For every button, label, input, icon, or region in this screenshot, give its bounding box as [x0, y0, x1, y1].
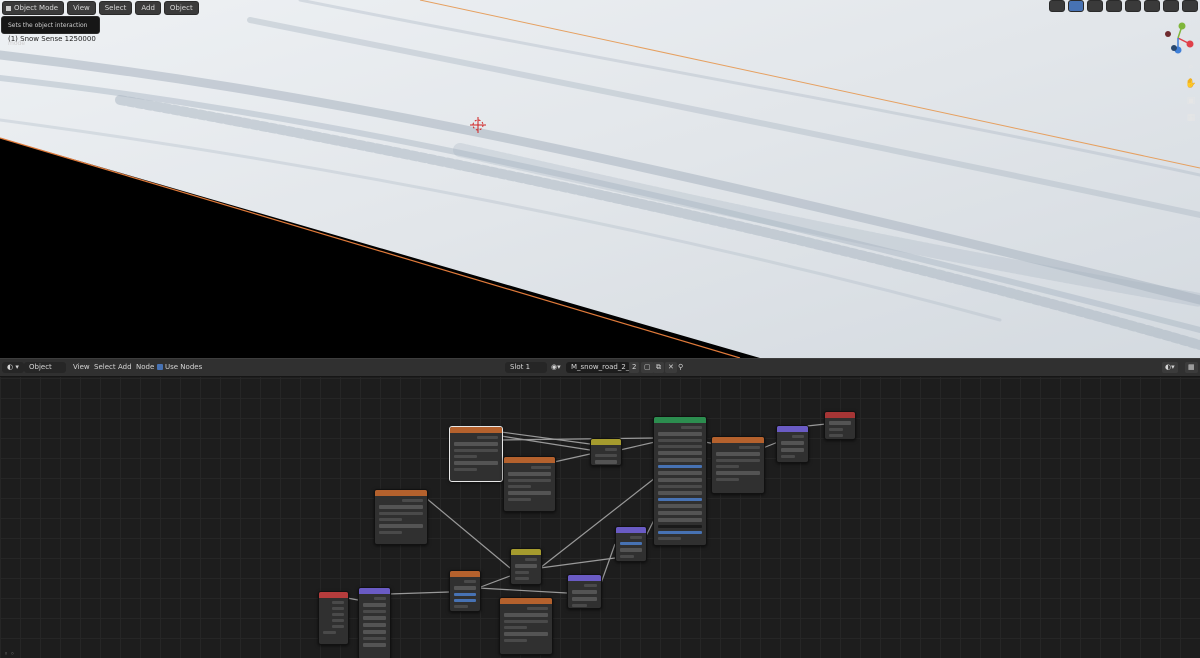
xray-icon[interactable] — [1106, 0, 1122, 12]
slot-dropdown[interactable]: Slot 1 — [505, 362, 547, 373]
image-texture-node-3[interactable] — [711, 436, 765, 494]
node-menu[interactable]: Node — [136, 362, 154, 373]
principled-bsdf-node[interactable] — [653, 416, 707, 546]
material-name-field[interactable]: M_snow_road_2_cr — [566, 362, 636, 373]
navigation-gizmo[interactable] — [1160, 20, 1196, 56]
fake-user-icon[interactable]: ▢ — [641, 362, 654, 373]
mode-tooltip: Sets the object interaction mode — [1, 16, 100, 47]
wireframe-shading-icon[interactable] — [1125, 0, 1141, 12]
mapping-node[interactable] — [449, 570, 481, 612]
mode-icon — [6, 5, 11, 11]
camera-icon[interactable]: ▣ — [1184, 94, 1198, 108]
add-menu[interactable]: Add — [118, 362, 132, 373]
image-texture-node-2[interactable] — [503, 456, 556, 512]
node-editor-header: ◐ ▾ Object View Select Add Node Use Node… — [0, 358, 1200, 377]
rendered-shading-icon[interactable] — [1182, 0, 1198, 12]
object-mode-dropdown[interactable]: Object Mode — [2, 1, 65, 15]
select-menu[interactable]: Select — [94, 362, 116, 373]
gizmo-toggle-icon[interactable] — [1068, 0, 1084, 12]
add-menu[interactable]: Add — [135, 1, 161, 15]
object-shader-type-dropdown[interactable]: Object — [24, 362, 66, 373]
pin-icon[interactable]: ⚲ — [678, 362, 683, 373]
separate-color-node[interactable] — [510, 548, 542, 585]
shader-node-editor[interactable]: ◐ ▾ Object View Select Add Node Use Node… — [0, 358, 1200, 658]
displacement-node[interactable] — [776, 425, 809, 463]
overlay-icon[interactable]: ◐▾ — [1162, 362, 1178, 373]
unlink-material-icon[interactable]: ✕ — [665, 362, 677, 373]
view-menu[interactable]: View — [73, 362, 90, 373]
sidebar-toggle-icon[interactable]: ▦ — [1185, 362, 1198, 373]
status-bar-indicator: ◦ ◦ — [4, 650, 15, 658]
overlay-toggle-icon[interactable] — [1087, 0, 1103, 12]
use-nodes-checkbox[interactable]: Use Nodes — [157, 362, 202, 373]
hand-icon[interactable]: ✋ — [1184, 77, 1198, 91]
use-nodes-label: Use Nodes — [165, 363, 203, 371]
select-menu[interactable]: Select — [98, 1, 133, 15]
shader-type-label: Object — [29, 363, 52, 371]
checkbox-checked-icon — [157, 364, 163, 370]
snow-road-scene — [0, 0, 1200, 358]
object-menu[interactable]: Object — [163, 1, 199, 15]
image-texture-node-4[interactable] — [374, 489, 428, 545]
viewport-header: Object Mode View Select Add Object — [2, 1, 199, 15]
solid-shading-icon[interactable] — [1144, 0, 1160, 12]
3d-viewport[interactable]: Object Mode View Select Add Object Sets … — [0, 0, 1200, 358]
mapping-vector-node[interactable] — [358, 587, 391, 658]
mix-rgb-node[interactable] — [590, 438, 622, 466]
material-shading-icon[interactable] — [1163, 0, 1179, 12]
node-links — [346, 423, 827, 601]
viewport-shading-controls — [1049, 0, 1198, 12]
visibility-icon[interactable] — [1049, 0, 1065, 12]
texture-coordinate-node[interactable] — [318, 591, 349, 645]
duplicate-material-icon[interactable]: ⧉ — [653, 362, 664, 373]
navigation-tools: ⌕ ✋ ▣ ▦ — [1184, 60, 1198, 125]
material-icon[interactable]: ◉▾ — [551, 362, 561, 373]
grid-icon[interactable]: ▦ — [1184, 111, 1198, 125]
material-user-count[interactable]: 2 — [629, 362, 640, 373]
material-name: M_snow_road_2_cr — [571, 363, 637, 371]
material-output-node[interactable] — [824, 411, 856, 440]
slot-label: Slot 1 — [510, 363, 531, 371]
normal-map-node[interactable] — [615, 526, 647, 562]
view-menu[interactable]: View — [67, 1, 96, 15]
image-texture-node-1[interactable] — [449, 426, 503, 482]
bump-node[interactable] — [567, 574, 602, 609]
zoom-icon[interactable]: ⌕ — [1184, 60, 1198, 74]
image-texture-node-5[interactable] — [499, 597, 553, 655]
object-mode-label: Object Mode — [14, 4, 59, 12]
editor-type-icon[interactable]: ◐ ▾ — [2, 362, 24, 373]
